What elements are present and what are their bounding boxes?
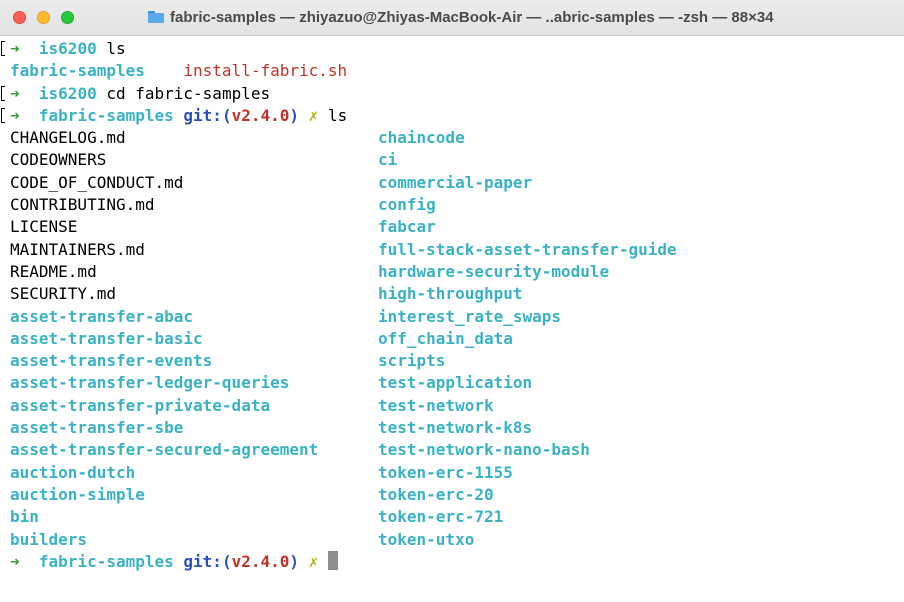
list-item-dir: test-network-nano-bash bbox=[378, 440, 590, 460]
output-line: fabric-samples install-fabric.sh bbox=[10, 60, 347, 82]
list-item-dir: asset-transfer-ledger-queries bbox=[10, 373, 290, 393]
prompt-arrow-icon: ➜ bbox=[10, 39, 20, 58]
prompt-dir: fabric-samples bbox=[38, 105, 174, 125]
git-label: git:( bbox=[183, 551, 232, 571]
listing-column-right: chaincode ci commercial-paper config fabcar f… bbox=[378, 127, 677, 551]
list-item-dir: auction-simple bbox=[10, 484, 145, 504]
list-item-dir: test-network bbox=[378, 395, 494, 415]
text-cursor[interactable] bbox=[327, 550, 338, 570]
list-item-file: CODE_OF_CONDUCT.md bbox=[10, 172, 184, 192]
list-item-dir: interest_rate_swaps bbox=[378, 306, 562, 326]
ls-output: CHANGELOG.md CODEOWNERS CODE_OF_CONDUCT.md… bbox=[10, 127, 677, 551]
list-item-dir: asset-transfer-basic bbox=[10, 328, 203, 348]
prompt-dir: is6200 bbox=[38, 39, 97, 58]
mark-bracket bbox=[1, 107, 5, 123]
git-label-close: ) bbox=[289, 551, 300, 571]
mark-bracket bbox=[1, 41, 5, 56]
list-item-dir: chaincode bbox=[378, 128, 465, 148]
git-branch: v2.4.0 bbox=[231, 105, 290, 125]
list-item-dir: token-erc-1155 bbox=[378, 462, 513, 482]
command-text: cd fabric-samples bbox=[106, 83, 271, 103]
terminal-window: fabric-samples — zhiyazuo@Zhiyas-MacBook… bbox=[0, 0, 904, 602]
list-item-dir: high-throughput bbox=[378, 284, 523, 304]
list-item-dir: hardware-security-module bbox=[378, 261, 610, 281]
list-item-dir: asset-transfer-abac bbox=[10, 306, 194, 326]
dirty-marker-icon: ✗ bbox=[308, 551, 319, 571]
prompt-line: ➜ is6200 cd fabric-samples bbox=[1, 83, 347, 105]
command-text: ls bbox=[327, 105, 348, 125]
list-item-dir: token-utxo bbox=[378, 529, 475, 549]
prompt-dir: is6200 bbox=[38, 83, 97, 103]
list-item-dir: fabcar bbox=[378, 217, 436, 237]
list-item-file: CONTRIBUTING.md bbox=[10, 195, 155, 215]
prompt-arrow-icon: ➜ bbox=[10, 105, 20, 125]
list-item-dir: asset-transfer-secured-agreement bbox=[10, 440, 319, 460]
command-text: ls bbox=[106, 39, 126, 58]
prompt-arrow-icon: ➜ bbox=[10, 551, 20, 571]
git-label-close: ) bbox=[289, 105, 300, 125]
window-title: fabric-samples — zhiyazuo@Zhiyas-MacBook… bbox=[170, 9, 774, 26]
list-item-dir: test-network-k8s bbox=[378, 418, 533, 438]
prompt-line: ➜ fabric-samples git:(v2.4.0) ✗ ls bbox=[1, 105, 348, 127]
list-item-dir: config bbox=[378, 195, 436, 215]
list-item-dir: scripts bbox=[378, 351, 446, 371]
list-item-dir: builders bbox=[10, 529, 88, 549]
list-item-dir: auction-dutch bbox=[10, 462, 136, 482]
prompt-line: ➜ fabric-samples git:(v2.4.0) ✗ bbox=[10, 550, 347, 573]
list-item-dir: test-application bbox=[378, 373, 533, 393]
list-item-dir: asset-transfer-sbe bbox=[10, 418, 184, 438]
maximize-button[interactable] bbox=[61, 11, 74, 24]
list-item-file: CODEOWNERS bbox=[10, 150, 107, 170]
list-item-file: SECURITY.md bbox=[10, 284, 116, 304]
list-item-file: CHANGELOG.md bbox=[10, 128, 126, 148]
list-item-dir: asset-transfer-private-data bbox=[10, 395, 271, 415]
list-item-dir: bin bbox=[10, 507, 39, 527]
git-label: git:( bbox=[183, 105, 232, 125]
list-item-dir: asset-transfer-events bbox=[10, 351, 213, 371]
window-title-area: fabric-samples — zhiyazuo@Zhiyas-MacBook… bbox=[148, 0, 904, 36]
list-item-file: README.md bbox=[10, 261, 97, 281]
mark-bracket bbox=[1, 85, 5, 101]
list-item-executable: install-fabric.sh bbox=[183, 61, 348, 81]
title-bar: fabric-samples — zhiyazuo@Zhiyas-MacBook… bbox=[0, 0, 904, 36]
close-button[interactable] bbox=[13, 11, 26, 24]
list-item-dir: token-erc-20 bbox=[378, 484, 494, 504]
minimize-button[interactable] bbox=[37, 11, 50, 24]
listing-column-left: CHANGELOG.md CODEOWNERS CODE_OF_CONDUCT.md… bbox=[10, 127, 318, 551]
dirty-marker-icon: ✗ bbox=[308, 105, 319, 125]
list-item-dir: full-stack-asset-transfer-guide bbox=[378, 239, 677, 259]
list-item-dir: ci bbox=[378, 150, 398, 170]
list-item-dir: token-erc-721 bbox=[378, 507, 504, 527]
list-item-dir: commercial-paper bbox=[378, 172, 533, 192]
folder-icon bbox=[148, 11, 164, 23]
list-item-dir: off_chain_data bbox=[378, 328, 513, 348]
list-item-file: MAINTAINERS.md bbox=[10, 239, 145, 259]
terminal-content[interactable]: ➜ is6200 ls fabric-samples install-fabri… bbox=[1, 38, 677, 573]
prompt-arrow-icon: ➜ bbox=[10, 83, 20, 103]
prompt-dir: fabric-samples bbox=[38, 551, 174, 571]
list-item-dir: fabric-samples bbox=[10, 61, 145, 81]
prompt-line: ➜ is6200 ls bbox=[1, 38, 347, 60]
git-branch: v2.4.0 bbox=[231, 551, 290, 571]
list-item-file: LICENSE bbox=[10, 217, 78, 237]
